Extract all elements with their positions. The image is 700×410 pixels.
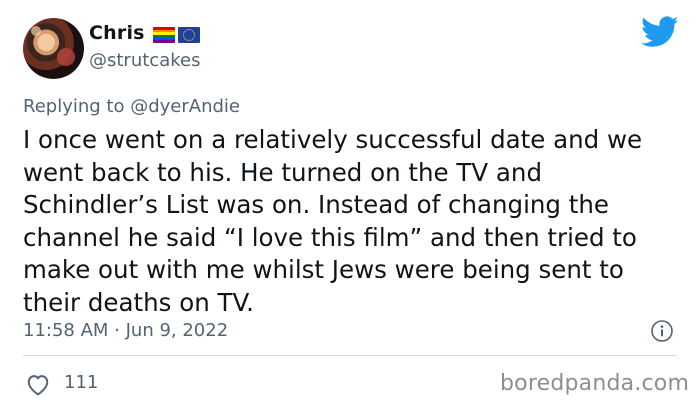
heart-icon[interactable] xyxy=(24,372,52,396)
tweet-text: I once went on a relatively successful d… xyxy=(23,125,643,317)
tweet-timestamp[interactable]: 11:58 AM · Jun 9, 2022 xyxy=(23,320,228,341)
avatar[interactable] xyxy=(23,18,84,79)
twitter-bird-icon[interactable] xyxy=(641,16,679,48)
divider xyxy=(23,355,677,356)
display-name[interactable]: Chris xyxy=(89,22,145,44)
reply-mention-link[interactable]: @dyerAndie xyxy=(130,96,240,117)
name-emoji-flags xyxy=(153,27,200,43)
user-handle[interactable]: @strutcakes xyxy=(89,50,200,71)
replying-to-line: Replying to @dyerAndie xyxy=(23,96,240,117)
replying-to-label: Replying to xyxy=(23,96,125,117)
eu-flag-icon xyxy=(178,27,200,43)
boredpanda-watermark: boredpanda.com xyxy=(500,371,690,396)
like-count: 111 xyxy=(64,372,99,393)
rainbow-pride-flag-icon xyxy=(153,27,175,43)
info-icon[interactable] xyxy=(650,319,674,343)
